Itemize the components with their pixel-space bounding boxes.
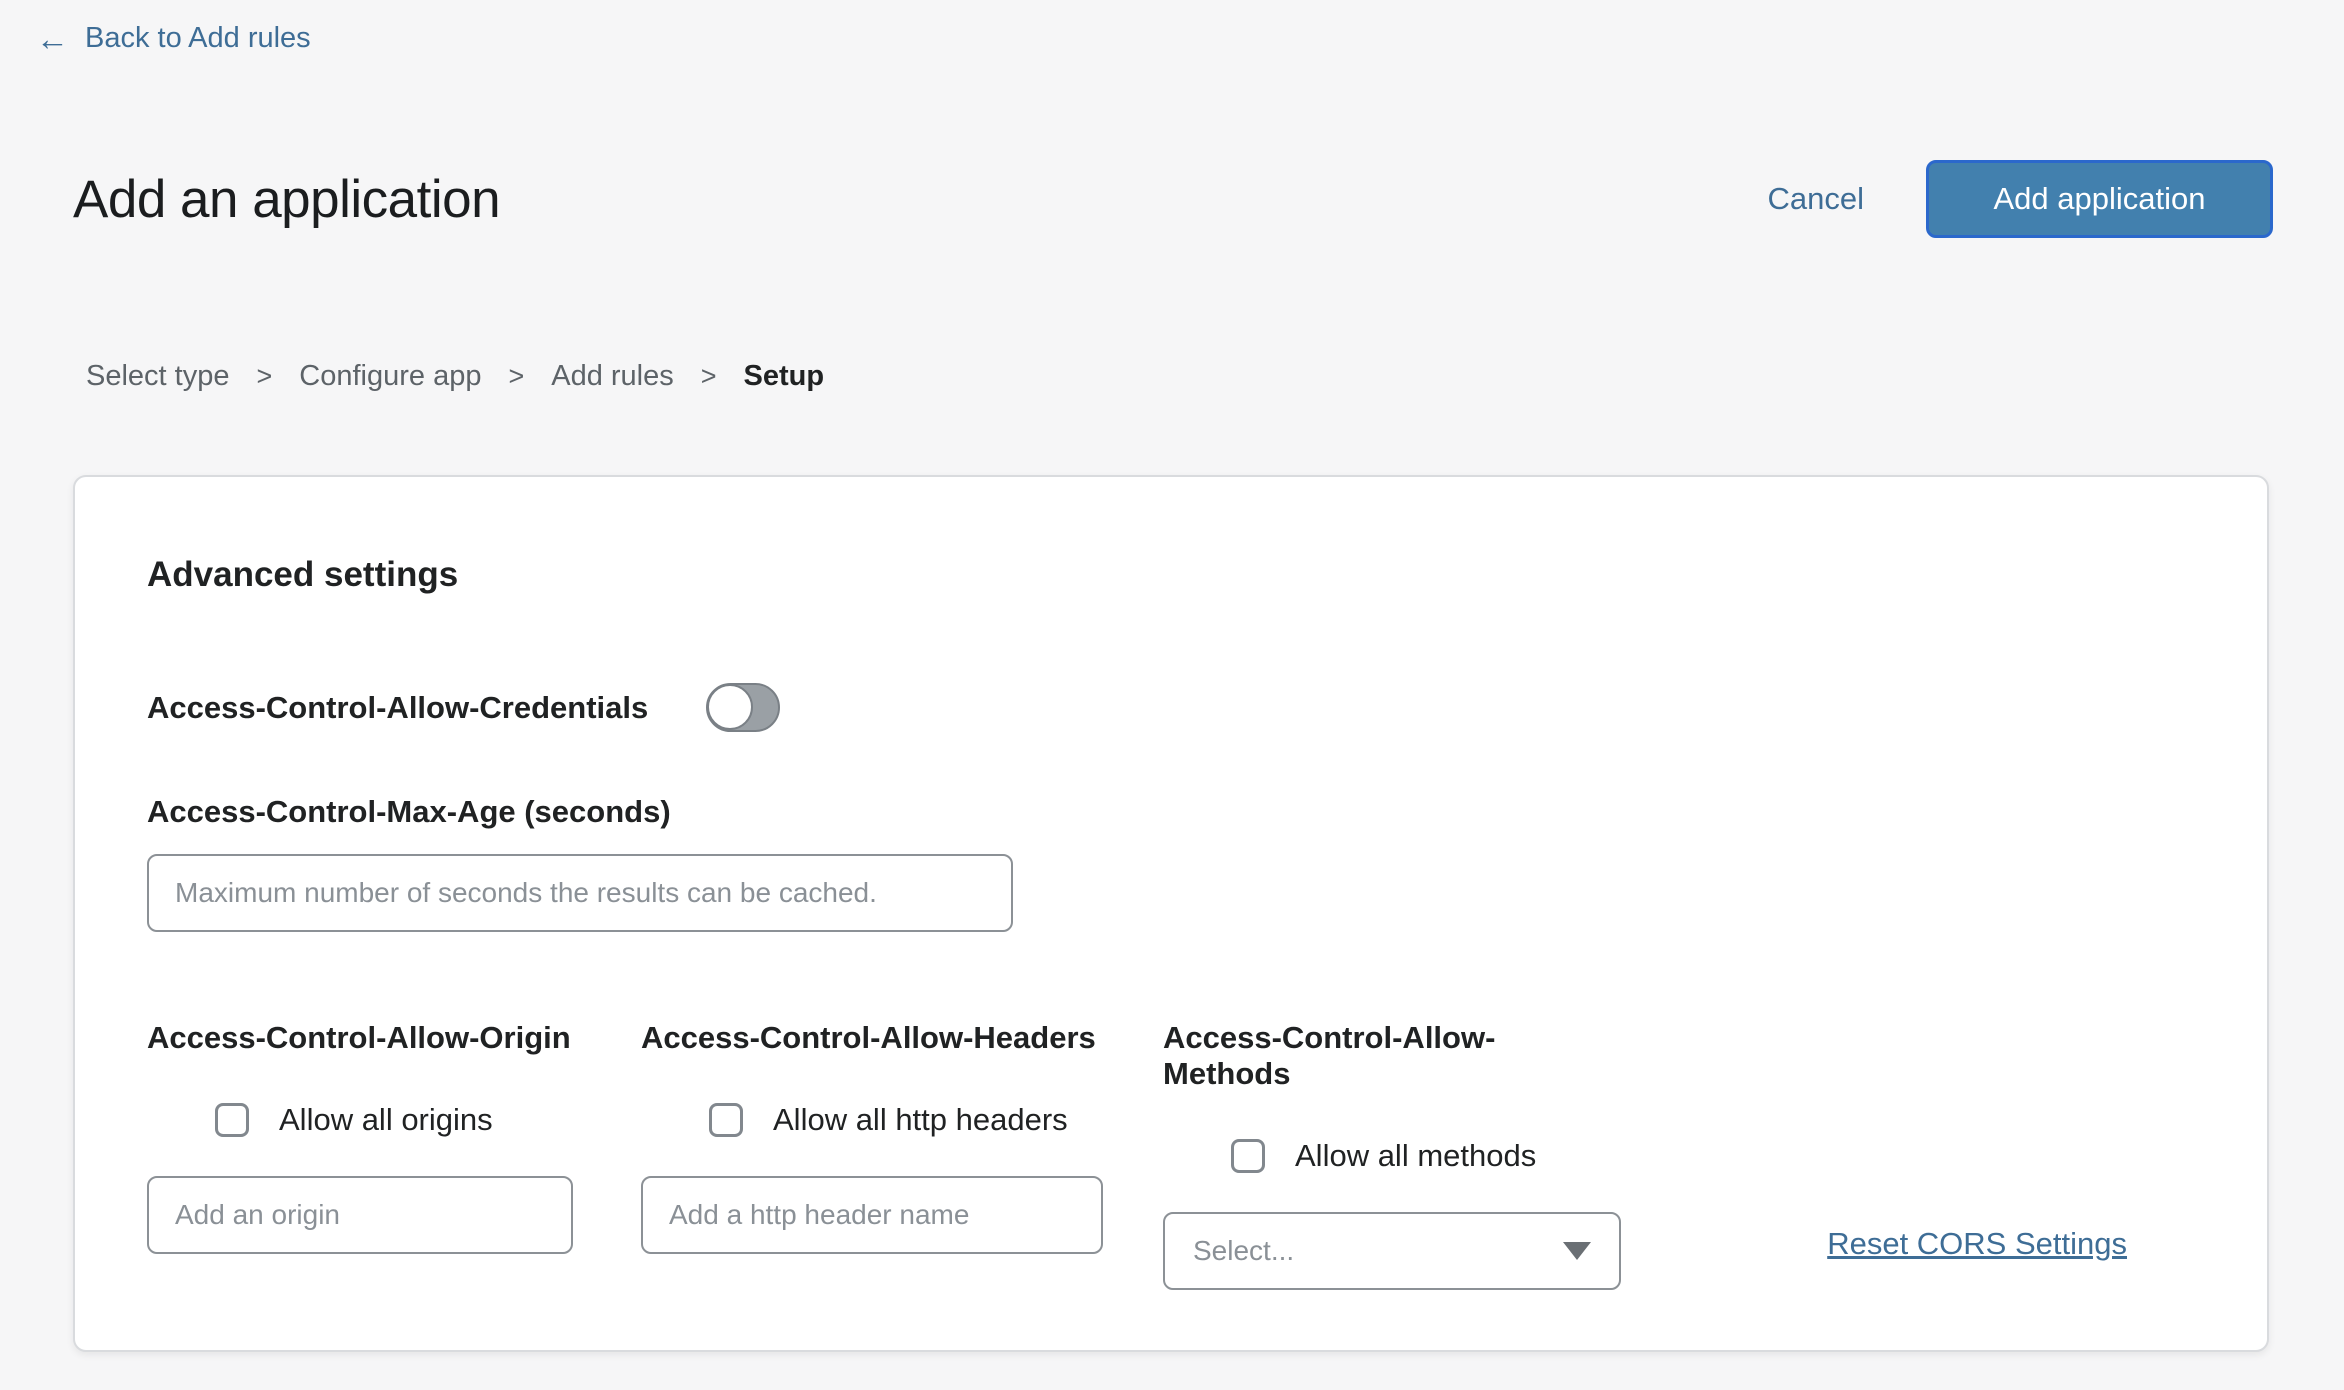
max-age-input[interactable] [147,854,1013,932]
header-actions: Cancel Add application [1768,160,2274,238]
allow-all-headers-checkbox[interactable] [709,1103,743,1137]
allow-origin-column: Access-Control-Allow-Origin Allow all or… [147,1020,573,1290]
max-age-label: Access-Control-Max-Age (seconds) [147,794,2197,830]
add-application-button[interactable]: Add application [1926,160,2273,238]
allow-credentials-toggle[interactable] [706,683,780,732]
add-header-input[interactable] [641,1176,1103,1254]
allow-methods-column: Access-Control-Allow-Methods Allow all m… [1163,1020,1621,1290]
allow-credentials-field: Access-Control-Allow-Credentials [147,683,2197,732]
breadcrumb: Select type > Configure app > Add rules … [86,360,824,393]
allow-credentials-label: Access-Control-Allow-Credentials [147,690,648,726]
allow-all-origins-checkbox[interactable] [215,1103,249,1137]
breadcrumb-step-configure-app[interactable]: Configure app [299,360,481,393]
back-link-label: Back to Add rules [85,22,311,55]
card-content: Advanced settings Access-Control-Allow-C… [147,555,2197,1350]
breadcrumb-step-add-rules[interactable]: Add rules [551,360,674,393]
allow-all-origins-label: Allow all origins [279,1102,493,1138]
allow-headers-column: Access-Control-Allow-Headers Allow all h… [641,1020,1103,1290]
allow-all-methods-checkbox[interactable] [1231,1139,1265,1173]
breadcrumb-step-select-type[interactable]: Select type [86,360,229,393]
chevron-down-icon [1563,1242,1591,1260]
toggle-knob [707,684,753,730]
allow-headers-label: Access-Control-Allow-Headers [641,1020,1103,1056]
back-arrow-icon: ← [36,22,69,55]
page-header: Add an application Cancel Add applicatio… [73,158,2273,240]
add-origin-input[interactable] [147,1176,573,1254]
cancel-button[interactable]: Cancel [1768,181,1865,217]
allow-all-methods-label: Allow all methods [1295,1138,1536,1174]
methods-select[interactable]: Select... [1163,1212,1621,1290]
breadcrumb-separator: > [701,361,717,392]
allow-all-methods-row: Allow all methods [1231,1138,1621,1174]
breadcrumb-step-setup: Setup [744,360,825,393]
back-to-add-rules-link[interactable]: ← Back to Add rules [36,22,311,55]
page-title: Add an application [73,169,500,230]
allow-all-headers-label: Allow all http headers [773,1102,1068,1138]
advanced-settings-card: Advanced settings Access-Control-Allow-C… [73,475,2269,1352]
methods-select-value: Select... [1193,1235,1294,1267]
allow-all-origins-row: Allow all origins [215,1102,573,1138]
allow-all-headers-row: Allow all http headers [709,1102,1103,1138]
allow-origin-label: Access-Control-Allow-Origin [147,1020,573,1056]
breadcrumb-separator: > [256,361,272,392]
reset-cors-settings-link[interactable]: Reset CORS Settings [1827,1226,2127,1262]
allow-methods-label: Access-Control-Allow-Methods [1163,1020,1621,1092]
breadcrumb-separator: > [508,361,524,392]
advanced-settings-heading: Advanced settings [147,555,2197,595]
